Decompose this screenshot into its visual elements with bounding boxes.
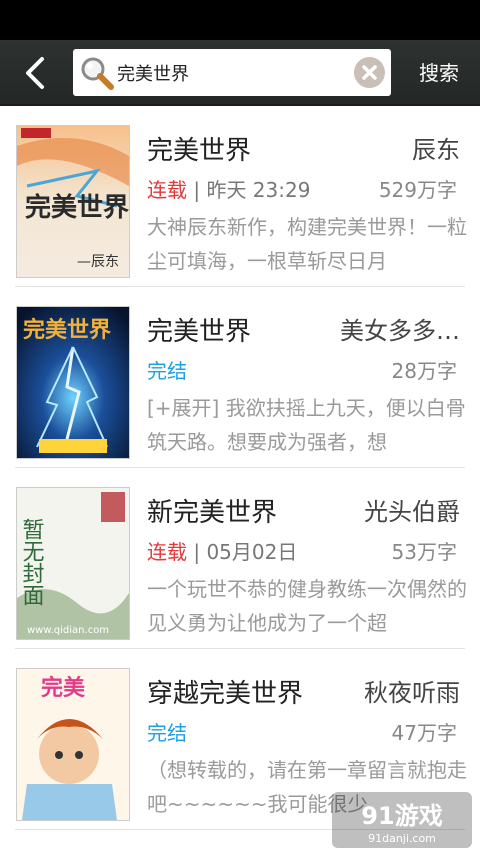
book-word-count: 47万字: [391, 721, 457, 745]
search-button[interactable]: 搜索: [404, 50, 474, 96]
search-box[interactable]: [73, 49, 391, 96]
book-meta: 完结: [147, 355, 187, 384]
book-list: 完美世界 —辰东 完美世界 辰东 连载 | 昨天 23:29 529万字 大神辰…: [0, 106, 480, 830]
close-icon: [362, 65, 377, 80]
book-meta: 连载 | 昨天 23:29: [147, 174, 310, 203]
book-status: 连载: [147, 540, 187, 564]
search-toolbar: 搜索: [0, 40, 480, 106]
book-updated: 05月02日: [206, 540, 298, 564]
search-input[interactable]: [117, 49, 347, 96]
book-status: 完结: [147, 721, 187, 745]
status-bar: [0, 0, 480, 40]
book-item[interactable]: 完美世界 完美世界 美女多多… 完结 28万字 [+展开] 我欲扶摇上九天，便以…: [15, 287, 466, 468]
svg-text:完美世界: 完美世界: [23, 317, 111, 343]
book-cover: 完美世界: [17, 307, 129, 458]
meta-separator: |: [187, 540, 207, 564]
book-title: 完美世界: [147, 317, 252, 347]
svg-text:完美: 完美: [41, 675, 86, 701]
watermark-logo: 91游戏 91danji.com: [332, 792, 472, 848]
book-word-count: 53万字: [391, 540, 457, 564]
book-description: 大神辰东新作，构建完美世界！一粒尘可填海，一根草斩尽日月: [147, 215, 467, 273]
svg-text:完美世界: 完美世界: [25, 192, 129, 223]
book-author: 秋夜听雨: [364, 679, 460, 707]
book-item[interactable]: 暂无封面 www.qidian.com 新完美世界 光头伯爵 连载 | 05月0…: [15, 468, 467, 649]
book-word-count: 529万字: [378, 178, 457, 202]
search-icon: [81, 57, 114, 90]
svg-text:91游戏: 91游戏: [361, 802, 442, 830]
book-title: 完美世界: [147, 136, 252, 166]
book-author: 光头伯爵: [364, 498, 460, 526]
book-description: 一个玩世不恭的健身教练一次偶然的见义勇为让他成为了一个超: [147, 577, 467, 635]
book-meta: 连载 | 05月02日: [147, 536, 297, 565]
book-title: 穿越完美世界: [147, 679, 304, 709]
clear-search-button[interactable]: [354, 57, 385, 88]
book-status: 连载: [147, 178, 187, 202]
book-updated: 昨天 23:29: [206, 178, 311, 202]
chevron-left-icon: [26, 57, 44, 89]
svg-text:—辰东: —辰东: [77, 254, 119, 270]
svg-text:暂无封面: 暂无封面: [19, 518, 45, 606]
meta-separator: |: [187, 178, 207, 202]
book-meta: 完结: [147, 717, 187, 746]
book-author: 辰东: [412, 136, 460, 164]
book-cover: 完美: [17, 669, 129, 820]
book-cover: 完美世界 —辰东: [17, 126, 129, 277]
book-title: 新完美世界: [147, 498, 278, 528]
back-button[interactable]: [16, 53, 56, 93]
book-author: 美女多多…: [340, 317, 460, 345]
book-status: 完结: [147, 359, 187, 383]
svg-text:91danji.com: 91danji.com: [368, 832, 436, 845]
book-item[interactable]: 完美世界 —辰东 完美世界 辰东 连载 | 昨天 23:29 529万字 大神辰…: [15, 106, 467, 287]
book-description: [+展开] 我欲扶摇上九天，便以白骨筑天路。想要成为强者，想: [147, 396, 466, 454]
book-cover: 暂无封面 www.qidian.com: [17, 488, 129, 639]
svg-text:www.qidian.com: www.qidian.com: [27, 625, 109, 636]
book-word-count: 28万字: [391, 359, 457, 383]
